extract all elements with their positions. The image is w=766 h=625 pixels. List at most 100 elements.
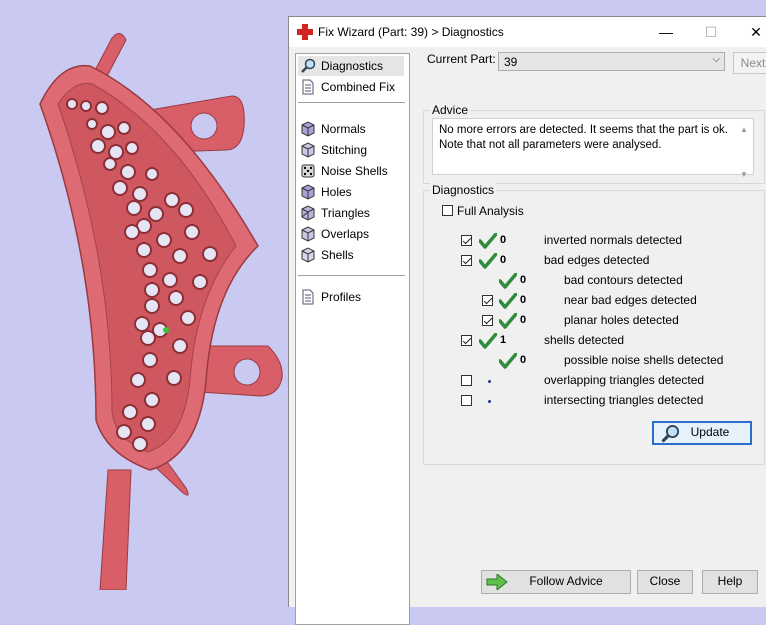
model-hole: [136, 242, 152, 258]
full-analysis-checkbox[interactable]: [442, 205, 453, 216]
current-part-select[interactable]: 39 ⌵: [498, 52, 725, 71]
diagnostic-label: bad contours detected: [564, 273, 683, 287]
sidebar-item-label: Shells: [321, 248, 354, 262]
sidebar-item-normals[interactable]: Normals: [298, 119, 404, 139]
pending-dot-icon: [488, 400, 491, 403]
3d-viewport[interactable]: [0, 0, 290, 591]
model-hole: [162, 272, 178, 288]
sidebar-divider: [298, 275, 405, 276]
update-button[interactable]: Update: [652, 421, 752, 445]
sidebar-item-noise-shells[interactable]: Noise Shells: [298, 161, 404, 181]
diagnostic-checkbox[interactable]: [482, 315, 493, 326]
cube-icon: [301, 184, 315, 200]
follow-advice-button[interactable]: Follow Advice: [481, 570, 631, 594]
window-title: Fix Wizard (Part: 39) > Diagnostics: [318, 25, 504, 39]
arrow-right-icon: [486, 574, 508, 590]
sidebar-item-overlaps[interactable]: Overlaps: [298, 224, 404, 244]
diagnostic-label: planar holes detected: [564, 313, 679, 327]
model-hole: [103, 157, 117, 171]
sidebar-item-label: Normals: [321, 122, 366, 136]
model-hole: [148, 206, 164, 222]
sidebar-item-shells[interactable]: Shells: [298, 245, 404, 265]
model-hole: [192, 274, 208, 290]
diagnostic-checkbox[interactable]: [461, 395, 472, 406]
cube-icon: [301, 247, 315, 263]
sidebar-item-label: Diagnostics: [321, 59, 384, 73]
green-checkmark-icon: [499, 353, 517, 369]
sidebar-item-combined-fix[interactable]: Combined Fix: [298, 77, 404, 97]
model-hole: [178, 202, 194, 218]
diagnostic-count: 0: [520, 354, 527, 366]
diagnostic-checkbox[interactable]: [461, 375, 472, 386]
advice-line: No more errors are detected. It seems th…: [439, 124, 728, 136]
diagnostic-checkbox[interactable]: [461, 235, 472, 246]
advice-scrollbar[interactable]: ▲ ▼: [737, 122, 751, 179]
part-model: [39, 33, 283, 591]
model-hole: [100, 124, 116, 140]
model-hole: [172, 338, 188, 354]
sidebar-divider: [298, 102, 405, 103]
model-hole: [144, 298, 160, 314]
sidebar-item-triangles[interactable]: Triangles: [298, 203, 404, 223]
wizard-sidebar: Diagnostics Combined Fix Normals Stitchi…: [295, 53, 410, 625]
diagnostic-label: possible noise shells detected: [564, 353, 724, 367]
advice-line: Note that not all parameters were analys…: [439, 139, 662, 151]
diagnostic-checkbox[interactable]: [461, 255, 472, 266]
sidebar-item-label: Holes: [321, 185, 352, 199]
cube-icon: [301, 142, 315, 158]
sidebar-item-label: Profiles: [321, 290, 362, 304]
sidebar-item-label: Triangles: [321, 206, 370, 220]
maximize-button[interactable]: ☐: [696, 21, 726, 43]
magnifier-icon: [661, 424, 680, 443]
model-hole: [126, 200, 142, 216]
model-hole: [80, 100, 92, 112]
model-hole: [120, 164, 136, 180]
model-hole: [122, 404, 138, 420]
green-checkmark-icon: [499, 313, 517, 329]
model-hole: [117, 121, 131, 135]
document-icon: [302, 289, 314, 305]
pending-dot-icon: [488, 380, 491, 383]
diagnostic-label: inverted normals detected: [544, 233, 683, 247]
diagnostic-checkbox[interactable]: [482, 295, 493, 306]
green-checkmark-icon: [479, 333, 497, 349]
advice-text-box[interactable]: No more errors are detected. It seems th…: [432, 118, 754, 179]
diagnostic-label: near bad edges detected: [564, 293, 697, 307]
diagnostics-title: Diagnostics: [430, 183, 497, 197]
minimize-button[interactable]: —: [651, 21, 681, 43]
model-hole: [95, 101, 109, 115]
green-checkmark-icon: [499, 293, 517, 309]
model-hole: [202, 246, 218, 262]
help-button[interactable]: Help: [702, 570, 758, 594]
model-hole: [180, 310, 196, 326]
fix-wizard-window: Fix Wizard (Part: 39) > Diagnostics — ☐ …: [288, 16, 766, 625]
diagnostic-label: bad edges detected: [544, 253, 650, 267]
sidebar-item-holes[interactable]: Holes: [298, 182, 404, 202]
close-button[interactable]: Close: [637, 570, 693, 594]
diagnostic-label: overlapping triangles detected: [544, 373, 705, 387]
model-hole: [144, 282, 160, 298]
diagnostic-label: intersecting triangles detected: [544, 393, 704, 407]
model-hole: [140, 416, 156, 432]
cube-icon: [301, 121, 315, 137]
model-hole: [124, 224, 140, 240]
sidebar-item-profiles[interactable]: Profiles: [298, 287, 404, 307]
model-hole: [132, 186, 148, 202]
next-button[interactable]: Next: [733, 52, 766, 74]
close-window-button[interactable]: ✕: [741, 21, 766, 43]
chevron-down-icon: ⌵: [712, 54, 720, 65]
model-hole: [144, 392, 160, 408]
model-hole: [145, 167, 159, 181]
sidebar-item-label: Stitching: [321, 143, 368, 157]
model-hole: [90, 138, 106, 154]
title-bar: Fix Wizard (Part: 39) > Diagnostics — ☐ …: [289, 17, 766, 47]
model-hole: [184, 224, 200, 240]
diagnostic-checkbox[interactable]: [461, 335, 472, 346]
advice-title: Advice: [430, 103, 471, 117]
model-hole: [116, 424, 132, 440]
sidebar-item-stitching[interactable]: Stitching: [298, 140, 404, 160]
sidebar-item-diagnostics[interactable]: Diagnostics: [298, 56, 404, 76]
diagnostic-count: 0: [520, 274, 527, 286]
dice-icon: [301, 164, 315, 178]
model-hole: [134, 316, 150, 332]
